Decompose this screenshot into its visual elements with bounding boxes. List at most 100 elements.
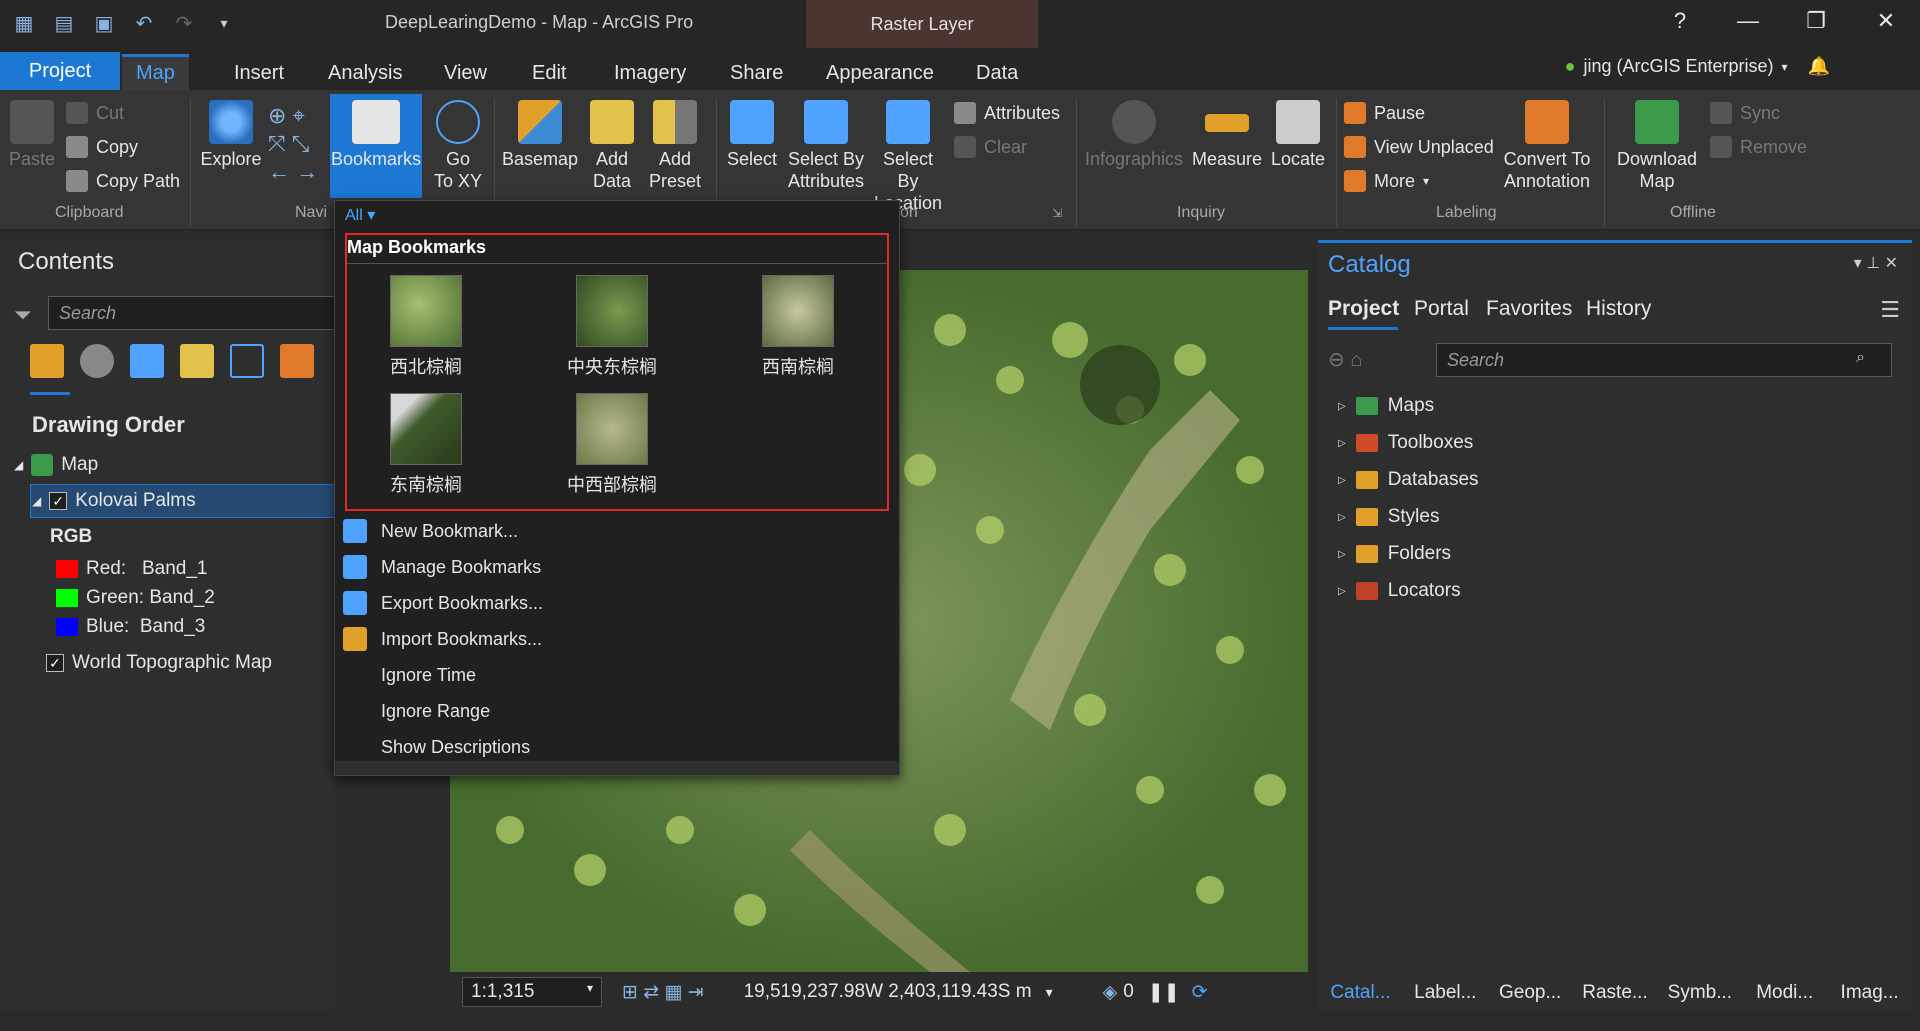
catalog-tab-history[interactable]: History bbox=[1586, 297, 1651, 321]
resize-grip[interactable] bbox=[335, 761, 899, 775]
list-by-snapping-icon[interactable] bbox=[230, 344, 264, 378]
tab-appearance[interactable]: Appearance bbox=[812, 56, 948, 90]
pane-tab-raster[interactable]: Raste... bbox=[1573, 978, 1658, 1012]
refresh-icon[interactable]: ⟳ bbox=[1192, 981, 1208, 1004]
restore-button[interactable]: ❐ bbox=[1796, 8, 1836, 34]
manage-bookmarks-item[interactable]: Manage Bookmarks bbox=[335, 549, 899, 585]
close-button[interactable]: ✕ bbox=[1866, 8, 1906, 34]
pane-tab-geoprocessing[interactable]: Geop... bbox=[1488, 978, 1573, 1012]
basemap-checkbox[interactable]: ✓ bbox=[46, 654, 64, 672]
select-button[interactable]: Select bbox=[722, 100, 782, 170]
tab-share[interactable]: Share bbox=[716, 56, 797, 90]
measure-button[interactable]: Measure bbox=[1190, 100, 1264, 170]
attributes-button[interactable]: Attributes bbox=[954, 102, 1060, 124]
basemap-button[interactable]: Basemap bbox=[500, 100, 580, 170]
bookmark-item[interactable]: 东南棕榈 bbox=[351, 393, 501, 497]
scale-dropdown[interactable]: 1:1,315 ▾ bbox=[462, 977, 602, 1007]
download-map-button[interactable]: Download Map bbox=[1612, 100, 1702, 192]
redo-icon[interactable]: ↷ bbox=[170, 10, 198, 36]
catalog-tab-portal[interactable]: Portal bbox=[1414, 297, 1469, 321]
infographics-button[interactable]: Infographics bbox=[1084, 100, 1184, 170]
select-by-location-button[interactable]: Select By Location bbox=[870, 100, 946, 214]
catalog-item-folders[interactable]: ▷ Folders bbox=[1338, 543, 1451, 565]
dialog-launcher-icon[interactable]: ⇲ bbox=[1052, 206, 1062, 220]
minimize-button[interactable]: — bbox=[1728, 8, 1768, 34]
more-button[interactable]: More ▾ bbox=[1344, 170, 1429, 192]
filter-icon[interactable]: ⏷ bbox=[14, 302, 32, 328]
tab-data[interactable]: Data bbox=[962, 56, 1032, 90]
toc-kolovai-palms[interactable]: ◢ ✓ Kolovai Palms bbox=[32, 490, 196, 512]
tab-insert[interactable]: Insert bbox=[220, 56, 298, 90]
catalog-tab-project[interactable]: Project bbox=[1328, 297, 1399, 321]
tab-map[interactable]: Map bbox=[122, 54, 189, 90]
show-descriptions-item[interactable]: Show Descriptions bbox=[335, 729, 899, 765]
copy-path-button[interactable]: Copy Path bbox=[66, 170, 180, 192]
go-to-xy-button[interactable]: Go To XY bbox=[428, 100, 488, 192]
catalog-item-toolboxes[interactable]: ▷ Toolboxes bbox=[1338, 432, 1473, 454]
remove-button[interactable]: Remove bbox=[1710, 136, 1807, 158]
paste-button[interactable]: Paste bbox=[8, 100, 56, 170]
status-tools-icons[interactable]: ⊞ ⇄ ▦ ⇥ bbox=[622, 981, 704, 1004]
pause-button[interactable]: Pause bbox=[1344, 102, 1425, 124]
locate-button[interactable]: Locate bbox=[1266, 100, 1330, 170]
bookmark-filter[interactable]: All ▾ bbox=[345, 205, 375, 225]
ignore-time-item[interactable]: Ignore Time bbox=[335, 657, 899, 693]
bookmark-item[interactable]: 中西部棕榈 bbox=[537, 393, 687, 497]
tab-analysis[interactable]: Analysis bbox=[314, 56, 416, 90]
explore-button[interactable]: Explore bbox=[198, 100, 264, 170]
view-unplaced-button[interactable]: View Unplaced bbox=[1344, 136, 1494, 158]
new-bookmark-item[interactable]: New Bookmark... bbox=[335, 513, 899, 549]
cut-button[interactable]: Cut bbox=[66, 102, 124, 124]
menu-icon[interactable]: ☰ bbox=[1880, 297, 1900, 323]
bookmark-item[interactable]: 西北棕榈 bbox=[351, 275, 501, 379]
bookmarks-button[interactable]: Bookmarks bbox=[330, 94, 422, 198]
sync-button[interactable]: Sync bbox=[1710, 102, 1780, 124]
pause-drawing-icon[interactable]: ❚❚ bbox=[1148, 981, 1180, 1004]
pane-tab-imagery[interactable]: Imag... bbox=[1827, 978, 1912, 1012]
ignore-range-item[interactable]: Ignore Range bbox=[335, 693, 899, 729]
new-project-icon[interactable]: ▦ bbox=[10, 10, 38, 36]
notification-icon[interactable]: 🔔 bbox=[1808, 56, 1830, 77]
bookmark-item[interactable]: 中央东棕榈 bbox=[537, 275, 687, 379]
catalog-item-styles[interactable]: ▷ Styles bbox=[1338, 506, 1439, 528]
select-by-attributes-button[interactable]: Select By Attributes bbox=[784, 100, 868, 192]
tab-view[interactable]: View bbox=[430, 56, 501, 90]
save-icon[interactable]: ▣ bbox=[90, 10, 118, 36]
catalog-search-input[interactable]: Search bbox=[1436, 343, 1892, 377]
bookmark-item[interactable]: 西南棕榈 bbox=[723, 275, 873, 379]
tab-edit[interactable]: Edit bbox=[518, 56, 580, 90]
catalog-item-databases[interactable]: ▷ Databases bbox=[1338, 469, 1479, 491]
pane-tab-catalog[interactable]: Catal... bbox=[1318, 978, 1403, 1012]
list-by-selection-icon[interactable] bbox=[130, 344, 164, 378]
toc-map[interactable]: ◢ Map bbox=[14, 454, 98, 476]
help-button[interactable]: ? bbox=[1660, 8, 1700, 34]
undo-icon[interactable]: ↶ bbox=[130, 10, 158, 36]
user-account[interactable]: ● jing (ArcGIS Enterprise) ▾ 🔔 bbox=[1565, 56, 1830, 77]
add-preset-button[interactable]: Add Preset bbox=[644, 100, 706, 192]
list-by-editing-icon[interactable] bbox=[180, 344, 214, 378]
import-bookmarks-item[interactable]: Import Bookmarks... bbox=[335, 621, 899, 657]
contents-search-input[interactable]: Search bbox=[48, 296, 338, 330]
coordinates-dropdown-icon[interactable]: ▾ bbox=[1046, 984, 1053, 1001]
kolovai-palms-checkbox[interactable]: ✓ bbox=[49, 492, 68, 510]
list-by-labeling-icon[interactable] bbox=[280, 344, 314, 378]
tab-project[interactable]: Project bbox=[0, 52, 120, 90]
pane-tab-symbology[interactable]: Symb... bbox=[1657, 978, 1742, 1012]
catalog-item-locators[interactable]: ▷ Locators bbox=[1338, 580, 1461, 602]
back-icon[interactable]: ⊖ ⌂ bbox=[1328, 347, 1362, 372]
search-icon[interactable]: ⌕ bbox=[1856, 349, 1865, 367]
copy-button[interactable]: Copy bbox=[66, 136, 138, 158]
convert-to-annotation-button[interactable]: Convert To Annotation bbox=[1500, 100, 1594, 192]
catalog-tab-favorites[interactable]: Favorites bbox=[1486, 297, 1572, 321]
list-by-source-icon[interactable] bbox=[80, 344, 114, 378]
add-data-button[interactable]: Add Data bbox=[584, 100, 640, 192]
tab-imagery[interactable]: Imagery bbox=[600, 56, 700, 90]
customize-icon[interactable]: ▾ bbox=[210, 10, 238, 36]
pane-controls[interactable]: ▾ ⊥ ✕ bbox=[1854, 253, 1898, 273]
pane-tab-labeling[interactable]: Label... bbox=[1403, 978, 1488, 1012]
open-icon[interactable]: ▤ bbox=[50, 10, 78, 36]
pane-tab-modify[interactable]: Modi... bbox=[1742, 978, 1827, 1012]
navigation-tools[interactable]: ⊕ ⌖ ⤧ ⤡ ← → bbox=[268, 102, 330, 190]
toc-world-topographic-map[interactable]: ✓ World Topographic Map bbox=[46, 652, 272, 674]
list-by-drawing-order-icon[interactable] bbox=[30, 344, 64, 378]
